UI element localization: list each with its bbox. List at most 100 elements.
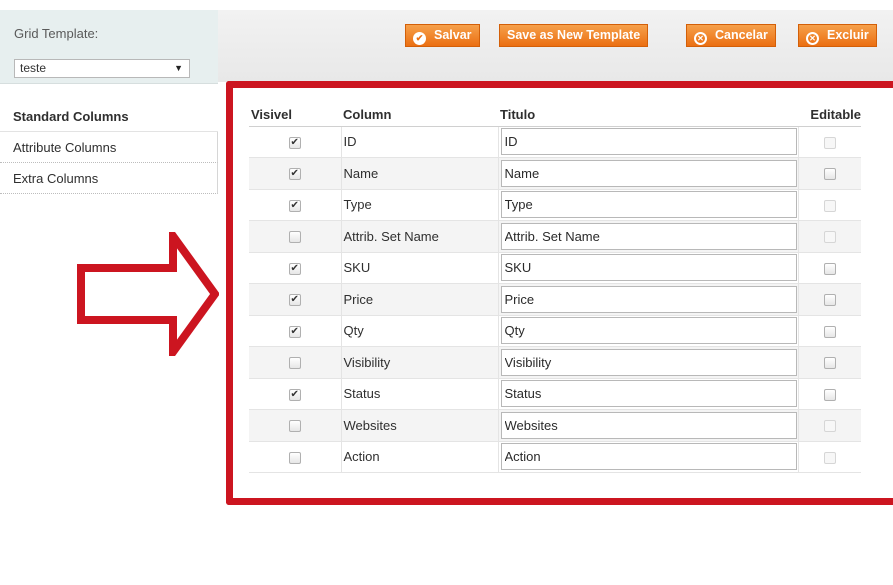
visible-cell: ✔ xyxy=(249,189,341,221)
visible-checkbox[interactable]: ✔ xyxy=(288,294,301,307)
header-visible: Visivel xyxy=(249,104,341,127)
columns-grid: Visivel Column Titulo Editable ✔ID✔Name✔… xyxy=(249,104,893,473)
save-button[interactable]: ✔ Salvar xyxy=(405,24,480,47)
chevron-down-icon: ▼ xyxy=(174,63,183,73)
column-name: Price xyxy=(340,283,498,316)
visible-cell xyxy=(249,409,341,442)
editable-cell xyxy=(797,441,861,473)
visible-cell: ✔ xyxy=(249,378,341,410)
editable-checkbox[interactable] xyxy=(823,262,836,275)
editable-cell xyxy=(797,220,861,253)
visible-checkbox[interactable] xyxy=(288,420,301,433)
title-input[interactable] xyxy=(500,159,797,187)
title-cell xyxy=(497,378,798,410)
title-cell xyxy=(497,157,798,190)
title-cell xyxy=(497,252,798,284)
table-row: ✔ ID xyxy=(249,126,861,158)
visible-cell: ✔ xyxy=(249,126,341,158)
table-row: ✔ Name xyxy=(249,157,861,190)
table-row: Visibility xyxy=(249,346,861,379)
delete-icon: ✕ xyxy=(806,32,819,45)
visible-checkbox[interactable] xyxy=(288,451,301,464)
visible-checkbox[interactable]: ✔ xyxy=(288,168,301,181)
check-icon: ✔ xyxy=(413,32,426,45)
annotation-arrow-icon xyxy=(77,232,219,356)
cancel-icon: ✕ xyxy=(694,32,707,45)
visible-checkbox[interactable] xyxy=(288,357,301,370)
column-name: Status xyxy=(340,378,498,410)
title-input[interactable] xyxy=(500,285,797,313)
title-cell xyxy=(497,283,798,316)
editable-checkbox xyxy=(823,420,836,433)
save-as-new-template-label: Save as New Template xyxy=(507,28,641,42)
tab-attribute-columns[interactable]: Attribute Columns xyxy=(0,132,218,163)
tab-standard-columns[interactable]: Standard Columns xyxy=(0,101,218,132)
editable-checkbox[interactable] xyxy=(823,388,836,401)
editable-cell xyxy=(797,378,861,410)
visible-checkbox[interactable]: ✔ xyxy=(288,199,301,212)
visible-cell: ✔ xyxy=(249,157,341,190)
editable-checkbox xyxy=(823,231,836,244)
column-name: SKU xyxy=(340,252,498,284)
tab-extra-columns[interactable]: Extra Columns xyxy=(0,163,218,194)
visible-checkbox[interactable]: ✔ xyxy=(288,262,301,275)
table-row: ✔ Price xyxy=(249,283,861,316)
visible-checkbox[interactable] xyxy=(288,231,301,244)
header-title: Titulo xyxy=(498,104,798,127)
visible-cell: ✔ xyxy=(249,315,341,347)
title-input[interactable] xyxy=(500,411,797,439)
visible-cell xyxy=(249,441,341,473)
editable-checkbox[interactable] xyxy=(823,168,836,181)
editable-checkbox[interactable] xyxy=(823,294,836,307)
grid-body: ✔ID✔Name✔TypeAttrib. Set Name✔SKU✔Price✔… xyxy=(249,126,861,473)
editable-cell xyxy=(797,346,861,379)
title-input[interactable] xyxy=(500,380,797,408)
editable-checkbox[interactable] xyxy=(823,357,836,370)
title-cell xyxy=(497,441,798,473)
editable-cell xyxy=(797,189,861,221)
editable-checkbox[interactable] xyxy=(823,325,836,338)
table-row: ✔ SKU xyxy=(249,252,861,284)
editable-cell xyxy=(797,126,861,158)
title-input[interactable] xyxy=(500,254,797,282)
cancel-button-label: Cancelar xyxy=(715,28,768,42)
save-as-new-template-button[interactable]: Save as New Template xyxy=(499,24,649,47)
grid-template-panel: Grid Template: teste ▼ xyxy=(0,10,218,84)
visible-checkbox[interactable]: ✔ xyxy=(288,325,301,338)
header-editable: Editable xyxy=(798,104,861,127)
title-input[interactable] xyxy=(500,191,797,219)
title-cell xyxy=(497,346,798,379)
editable-checkbox xyxy=(823,136,836,149)
cancel-button[interactable]: ✕ Cancelar xyxy=(686,24,776,47)
visible-cell xyxy=(249,220,341,253)
table-row: ✔ Status xyxy=(249,378,861,410)
title-input[interactable] xyxy=(500,443,797,471)
header-column: Column xyxy=(341,104,498,127)
table-row: ✔ Qty xyxy=(249,315,861,347)
column-name: Type xyxy=(340,189,498,221)
column-name: Websites xyxy=(340,409,498,442)
title-cell xyxy=(497,220,798,253)
delete-button[interactable]: ✕ Excluir xyxy=(798,24,877,47)
title-input[interactable] xyxy=(500,222,797,250)
column-name: Attrib. Set Name xyxy=(340,220,498,253)
title-cell xyxy=(497,409,798,442)
visible-checkbox[interactable]: ✔ xyxy=(288,136,301,149)
title-input[interactable] xyxy=(500,128,797,156)
title-cell xyxy=(497,189,798,221)
table-row: Websites xyxy=(249,409,861,442)
grid-template-select[interactable]: teste ▼ xyxy=(14,59,190,78)
visible-checkbox[interactable]: ✔ xyxy=(288,388,301,401)
editable-cell xyxy=(797,157,861,190)
title-cell xyxy=(497,315,798,347)
title-cell xyxy=(497,126,798,158)
delete-button-label: Excluir xyxy=(827,28,869,42)
editable-cell xyxy=(797,283,861,316)
editable-checkbox xyxy=(823,199,836,212)
column-tabs: Standard Columns Attribute Columns Extra… xyxy=(0,101,218,194)
toolbar: ✔ Salvar Save as New Template ✕ Cancelar ✕… xyxy=(218,10,893,82)
visible-cell: ✔ xyxy=(249,252,341,284)
title-input[interactable] xyxy=(500,317,797,345)
editable-cell xyxy=(797,409,861,442)
title-input[interactable] xyxy=(500,348,797,376)
